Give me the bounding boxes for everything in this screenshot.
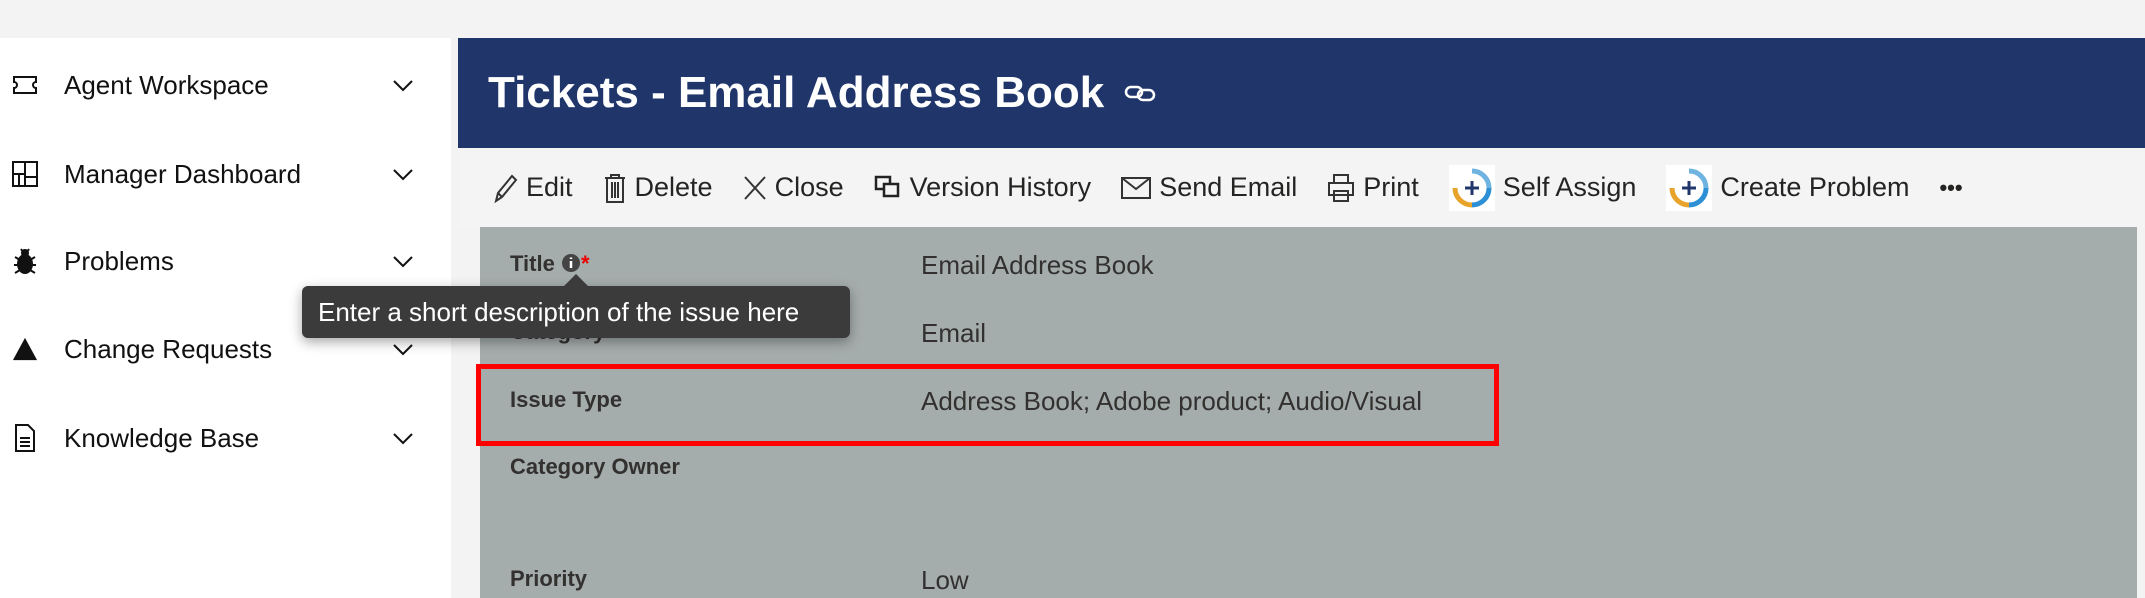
close-button[interactable]: Close bbox=[743, 172, 844, 203]
send-email-label: Send Email bbox=[1159, 172, 1298, 202]
document-icon bbox=[12, 424, 38, 452]
bug-icon bbox=[12, 248, 38, 274]
create-problem-label: Create Problem bbox=[1720, 172, 1910, 202]
trash-icon bbox=[604, 173, 625, 203]
dashboard-icon bbox=[12, 161, 38, 187]
triangle-icon bbox=[12, 336, 38, 362]
edit-button[interactable]: Edit bbox=[492, 172, 573, 203]
close-icon bbox=[743, 175, 766, 200]
pencil-icon bbox=[494, 174, 518, 203]
chevron-down-icon[interactable] bbox=[390, 248, 416, 274]
print-button[interactable]: Print bbox=[1327, 172, 1419, 203]
create-problem-button[interactable]: Create Problem bbox=[1666, 164, 1910, 211]
priority-value[interactable]: Low bbox=[921, 565, 969, 596]
more-commands-button[interactable]: ••• bbox=[1939, 175, 1962, 201]
priority-label: Priority bbox=[510, 566, 588, 591]
info-icon[interactable] bbox=[561, 253, 581, 273]
delete-label: Delete bbox=[634, 172, 713, 202]
category-owner-label: Category Owner bbox=[510, 454, 680, 479]
self-assign-button[interactable]: Self Assign bbox=[1448, 164, 1637, 211]
sidebar-item-label: Manager Dashboard bbox=[64, 158, 302, 189]
close-label: Close bbox=[774, 172, 844, 202]
version-history-icon bbox=[874, 175, 899, 197]
chevron-down-icon[interactable] bbox=[390, 161, 416, 187]
delete-button[interactable]: Delete bbox=[603, 172, 713, 203]
ellipsis-icon: ••• bbox=[1939, 174, 1963, 200]
sidebar-item-knowledge-base[interactable]: Knowledge Base bbox=[0, 408, 451, 468]
ticket-form: Title * Email Address Book Category* Ema… bbox=[476, 227, 2137, 598]
self-assign-label: Self Assign bbox=[1502, 172, 1637, 202]
sidebar-item-label: Change Requests bbox=[64, 333, 273, 364]
print-label: Print bbox=[1363, 172, 1419, 202]
edit-label: Edit bbox=[526, 172, 573, 202]
chevron-down-icon[interactable] bbox=[390, 336, 416, 362]
version-history-button[interactable]: Version History bbox=[874, 172, 1092, 203]
create-problem-icon bbox=[1666, 164, 1713, 211]
sidebar-item-label: Problems bbox=[64, 245, 174, 276]
sidebar-item-problems[interactable]: Problems bbox=[0, 231, 451, 291]
chevron-down-icon[interactable] bbox=[390, 72, 416, 98]
send-email-button[interactable]: Send Email bbox=[1121, 172, 1297, 203]
tooltip: Enter a short description of the issue h… bbox=[302, 274, 850, 338]
title-value[interactable]: Email Address Book bbox=[921, 250, 1154, 281]
mail-icon bbox=[1121, 176, 1152, 199]
issue-type-value[interactable]: Address Book; Adobe product; Audio/Visua… bbox=[921, 386, 1422, 417]
page-title: Tickets - Email Address Book bbox=[488, 68, 1105, 117]
issue-type-label: Issue Type bbox=[510, 387, 623, 412]
page-header: Tickets - Email Address Book bbox=[458, 38, 2145, 148]
command-bar: Edit Delete Close Version History Send E… bbox=[458, 148, 2145, 227]
version-history-label: Version History bbox=[909, 172, 1092, 202]
self-assign-icon bbox=[1448, 164, 1495, 211]
category-value[interactable]: Email bbox=[921, 318, 986, 349]
ticket-icon bbox=[12, 72, 38, 98]
sidebar-item-manager-dashboard[interactable]: Manager Dashboard bbox=[0, 144, 451, 204]
sidebar-item-label: Agent Workspace bbox=[64, 69, 269, 100]
chevron-down-icon[interactable] bbox=[390, 425, 416, 451]
sidebar-item-label: Knowledge Base bbox=[64, 422, 260, 453]
sidebar-item-agent-workspace[interactable]: Agent Workspace bbox=[0, 55, 451, 115]
printer-icon bbox=[1328, 173, 1355, 202]
link-icon[interactable] bbox=[1124, 81, 1158, 105]
